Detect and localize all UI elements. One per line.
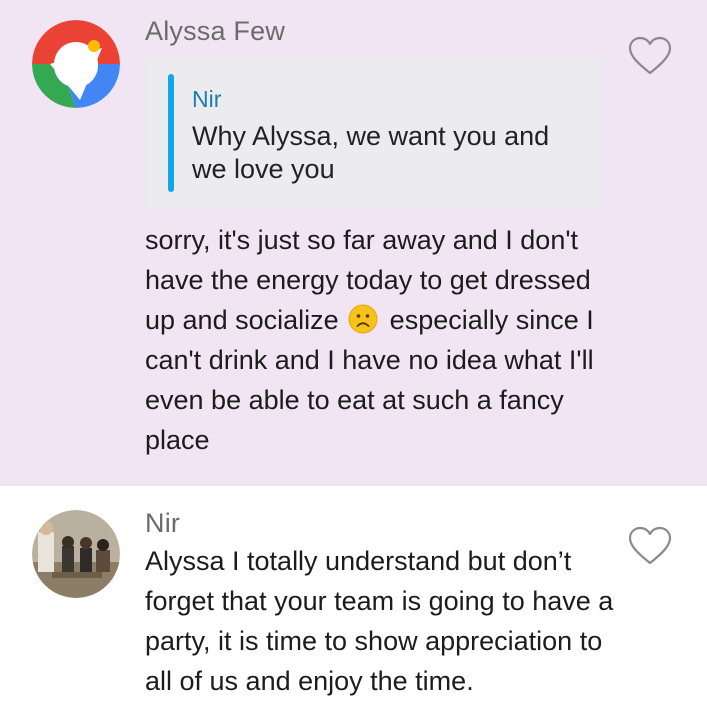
comment-text: sorry, it's just so far away and I don't… — [145, 220, 625, 460]
quoted-message[interactable]: Nir Why Alyssa, we want you and we love … — [145, 58, 600, 208]
heart-outline-icon[interactable] — [628, 526, 672, 566]
comment-text: Alyssa I totally understand but don’t fo… — [145, 546, 614, 696]
heart-outline-icon[interactable] — [628, 36, 672, 76]
avatar[interactable] — [32, 20, 120, 108]
photo-avatar-icon — [32, 510, 120, 598]
comment-item[interactable]: Alyssa Few Nir Why Alyssa, we want you a… — [0, 0, 707, 486]
comment-author[interactable]: Nir — [145, 508, 180, 539]
quote-author: Nir — [192, 86, 222, 112]
quote-text: Why Alyssa, we want you and we love you — [192, 121, 550, 184]
frowning-face-emoji-icon — [348, 304, 378, 334]
avatar-logo-icon — [32, 20, 120, 108]
comment-item[interactable]: Nir Alyssa I totally understand but don’… — [0, 486, 707, 711]
quote-bar — [168, 74, 174, 192]
avatar[interactable] — [32, 510, 120, 598]
comment-author[interactable]: Alyssa Few — [145, 16, 285, 47]
